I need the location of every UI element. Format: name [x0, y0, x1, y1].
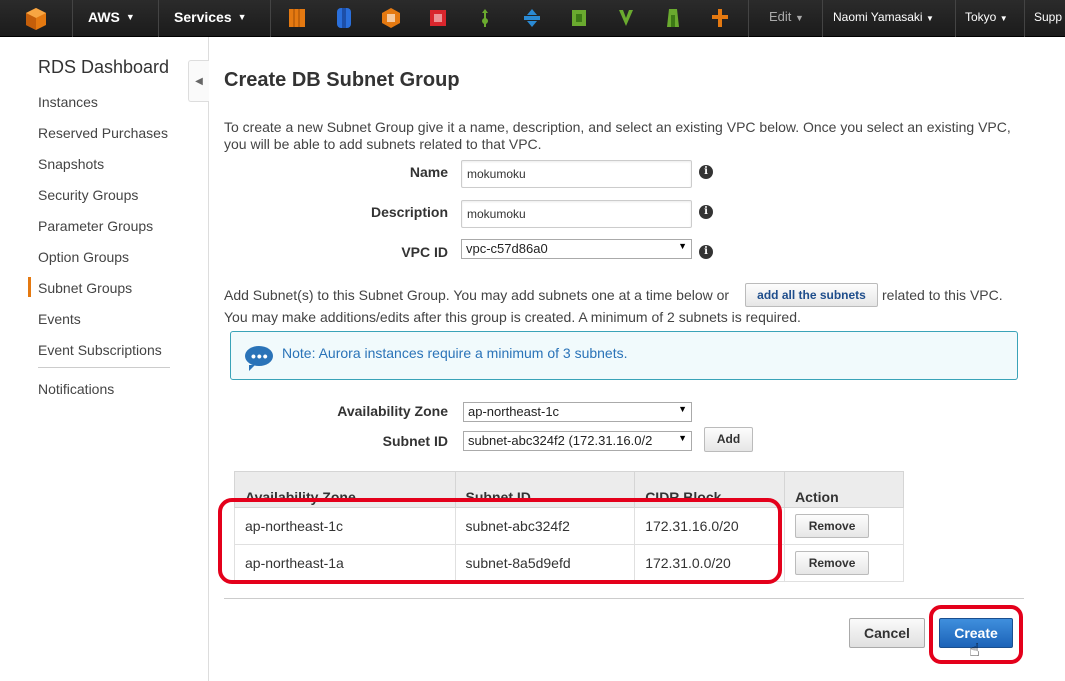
- add-subnets-text: Add Subnet(s) to this Subnet Group. You …: [224, 287, 730, 303]
- description-label: Description: [370, 204, 448, 220]
- sidebar-item-reserved-purchases[interactable]: Reserved Purchases: [38, 125, 168, 141]
- sidebar-item-notifications[interactable]: Notifications: [38, 381, 114, 397]
- elasticbeanstalk-icon[interactable]: [475, 7, 495, 29]
- page-title: Create DB Subnet Group: [224, 69, 460, 91]
- nav-separator: [822, 0, 823, 37]
- services-menu[interactable]: Services ▼: [174, 9, 247, 25]
- sidebar-item-instances[interactable]: Instances: [38, 94, 98, 110]
- action-cell: Remove: [784, 507, 904, 545]
- aws-menu[interactable]: AWS ▼: [88, 9, 135, 25]
- lambda-icon[interactable]: [616, 7, 636, 29]
- intro-text: To create a new Subnet Group give it a n…: [224, 119, 1011, 152]
- remove-button[interactable]: Remove: [795, 514, 870, 538]
- support-menu[interactable]: Supp: [1034, 10, 1062, 24]
- name-label: Name: [409, 164, 448, 180]
- subnet-id-label: Subnet ID: [382, 433, 448, 449]
- sidebar-item-option-groups[interactable]: Option Groups: [38, 249, 129, 265]
- swf-icon[interactable]: [522, 7, 542, 29]
- active-indicator: [28, 277, 31, 297]
- edit-menu[interactable]: Edit ▼: [769, 9, 804, 24]
- description-input[interactable]: [461, 200, 692, 228]
- nav-separator: [1024, 0, 1025, 37]
- top-navigation-bar: AWS ▼ Services ▼ Edit ▼ Naomi Yamasaki ▼ T…: [0, 0, 1065, 37]
- info-icon[interactable]: i: [699, 165, 713, 179]
- user-menu[interactable]: Naomi Yamasaki ▼: [833, 10, 934, 24]
- codedeploy-icon[interactable]: [428, 7, 448, 29]
- remove-button[interactable]: Remove: [795, 551, 870, 575]
- sidebar-item-subnet-groups[interactable]: Subnet Groups: [38, 280, 132, 296]
- dropdown-arrow-icon: ▼: [678, 433, 687, 443]
- info-icon[interactable]: i: [699, 205, 713, 219]
- chat-bubble-icon: •••: [245, 346, 273, 371]
- note-text: Note: Aurora instances require a minimum…: [282, 345, 628, 361]
- ses-icon[interactable]: [710, 7, 730, 29]
- cloudformation-icon[interactable]: [381, 7, 401, 29]
- main-content: Create DB Subnet Group To create a new S…: [218, 37, 1054, 681]
- vpc-id-select[interactable]: vpc-c57d86a0 ▼: [461, 239, 692, 259]
- highlight-annotation: [218, 498, 782, 584]
- availability-zone-label: Availability Zone: [337, 403, 448, 419]
- sidebar-item-security-groups[interactable]: Security Groups: [38, 187, 138, 203]
- chevron-left-icon: ◀: [195, 75, 203, 87]
- info-icon[interactable]: i: [699, 245, 713, 259]
- collapse-sidebar-button[interactable]: ◀: [188, 60, 209, 102]
- dropdown-arrow-icon: ▼: [678, 404, 687, 414]
- dropdown-arrow-icon: ▼: [678, 241, 687, 251]
- sidebar-item-events[interactable]: Events: [38, 311, 81, 327]
- vpc-id-label: VPC ID: [401, 244, 448, 260]
- nav-separator: [158, 0, 159, 37]
- sidebar: RDS Dashboard Instances Reserved Purchas…: [0, 37, 209, 681]
- add-subnets-text-after: related to this VPC.: [882, 287, 1003, 303]
- add-all-subnets-button[interactable]: add all the subnets: [745, 283, 878, 307]
- footer-divider: [224, 598, 1024, 599]
- action-cell: Remove: [784, 544, 904, 582]
- aurora-note: ••• Note: Aurora instances require a min…: [230, 331, 1018, 380]
- aws-logo-icon[interactable]: [0, 0, 72, 37]
- name-input[interactable]: [461, 160, 692, 188]
- ec2-icon[interactable]: [287, 7, 307, 29]
- sidebar-title[interactable]: RDS Dashboard: [38, 57, 169, 78]
- nav-separator: [270, 0, 271, 37]
- sidebar-divider: [38, 367, 170, 368]
- cancel-button[interactable]: Cancel: [849, 618, 925, 648]
- add-subnets-text-line2: You may make additions/edits after this …: [224, 309, 801, 325]
- nav-separator: [72, 0, 73, 37]
- hand-cursor-icon: ☝: [969, 640, 980, 660]
- nav-separator: [748, 0, 749, 37]
- sidebar-item-parameter-groups[interactable]: Parameter Groups: [38, 218, 153, 234]
- sidebar-item-event-subscriptions[interactable]: Event Subscriptions: [38, 342, 162, 358]
- s3-icon[interactable]: [334, 7, 354, 29]
- opsworks-icon[interactable]: [569, 7, 589, 29]
- region-menu[interactable]: Tokyo ▼: [965, 10, 1008, 24]
- column-header: Action: [784, 471, 904, 508]
- add-subnet-button[interactable]: Add: [704, 427, 753, 452]
- cloudtrail-icon[interactable]: [663, 7, 683, 29]
- subnet-id-select[interactable]: subnet-abc324f2 (172.31.16.0/2 ▼: [463, 431, 692, 451]
- availability-zone-select[interactable]: ap-northeast-1c ▼: [463, 402, 692, 422]
- sidebar-item-snapshots[interactable]: Snapshots: [38, 156, 104, 172]
- nav-separator: [955, 0, 956, 37]
